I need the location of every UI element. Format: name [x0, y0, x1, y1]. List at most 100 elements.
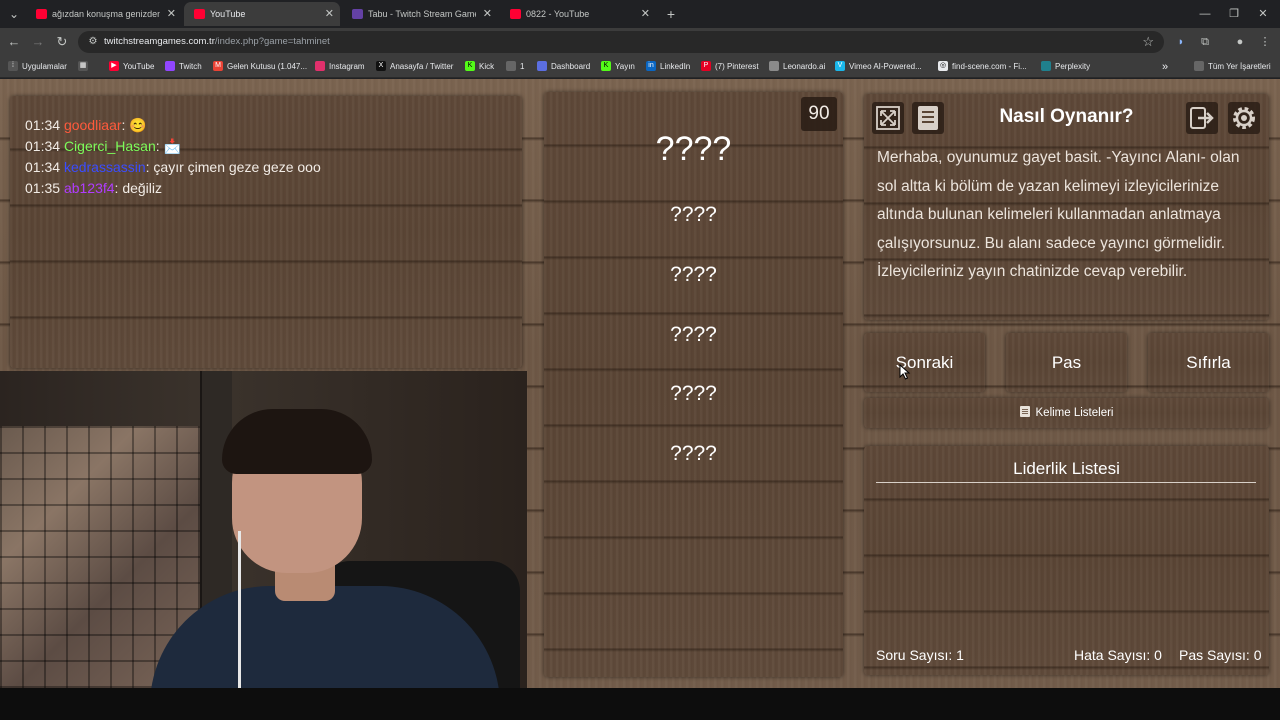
- word-lists-label: Kelime Listeleri: [1035, 407, 1114, 419]
- tab-1[interactable]: YouTube ✕: [184, 2, 340, 26]
- leaderboard-panel: Liderlik Listesi Soru Sayısı: 1 Hata Say…: [864, 446, 1269, 675]
- close-tab-icon[interactable]: ✕: [483, 2, 492, 26]
- tab-title: ağızdan konuşma genizden kon: [52, 9, 160, 19]
- bookmark-star-icon[interactable]: ☆: [1142, 34, 1154, 50]
- bookmark-vimeo[interactable]: V Vimeo AI-Powered...: [835, 56, 922, 78]
- reset-button[interactable]: Sıfırla: [1148, 333, 1269, 392]
- kick-icon: K: [601, 60, 611, 71]
- site-info-icon[interactable]: ⚙: [86, 35, 100, 49]
- dashboard-icon: [537, 60, 547, 71]
- settings-gear-icon[interactable]: [1228, 102, 1260, 134]
- divider: [876, 482, 1256, 483]
- forward-icon[interactable]: →: [29, 33, 47, 51]
- extension-icon[interactable]: ◗: [1172, 33, 1190, 51]
- bookmark-leonardo[interactable]: Leonardo.ai: [769, 56, 825, 78]
- youtube-icon: [194, 9, 205, 19]
- youtube-icon: [510, 9, 521, 19]
- tab-2[interactable]: Tabu - Twitch Stream Games ✕: [342, 2, 498, 26]
- more-bookmarks-icon[interactable]: »: [1162, 56, 1168, 78]
- tab-0[interactable]: ağızdan konuşma genizden kon ✕: [26, 2, 182, 26]
- back-icon[interactable]: ←: [5, 33, 23, 51]
- error-count: Hata Sayısı: 0: [1074, 647, 1162, 663]
- tab-title: 0822 - YouTube: [526, 9, 590, 19]
- all-bookmarks[interactable]: Tüm Yer İşaretleri: [1194, 56, 1271, 78]
- tab-title: YouTube: [210, 9, 246, 19]
- bookmark-dashboard[interactable]: Dashboard: [537, 56, 590, 78]
- instagram-icon: [315, 60, 325, 71]
- twitch-icon: [165, 60, 175, 71]
- bookmark-perplexity[interactable]: Perplexity: [1041, 56, 1090, 78]
- apps-icon: ⁞: [8, 60, 18, 71]
- bookmark-folder-1[interactable]: 1: [506, 56, 524, 78]
- leaderboard-title: Liderlik Listesi: [1013, 459, 1120, 478]
- menu-dots-icon[interactable]: ⋮: [1256, 33, 1274, 51]
- person-hair: [222, 409, 372, 474]
- chat-username: goodliaar: [63, 117, 122, 133]
- grid-icon: ▦: [78, 60, 88, 71]
- taboo-word: ????: [670, 382, 717, 405]
- webcam-overlay: [0, 371, 527, 688]
- tab-title: Tabu - Twitch Stream Games: [368, 9, 476, 19]
- close-tab-icon[interactable]: ✕: [167, 2, 176, 26]
- profile-avatar[interactable]: ●: [1231, 33, 1249, 51]
- bookmark-gmail[interactable]: M Gelen Kutusu (1.047...: [213, 56, 307, 78]
- vimeo-icon: V: [835, 60, 845, 71]
- next-button[interactable]: Sonraki: [864, 333, 985, 392]
- taboo-word: ????: [670, 442, 717, 465]
- perplexity-icon: [1041, 60, 1051, 71]
- taboo-card: ???? ???? ???? ???? ???? ????: [544, 92, 843, 677]
- new-tab-button[interactable]: +: [662, 5, 680, 23]
- browser-toolbar: ← → ↻ ⚙ twitchstreamgames.com.tr/index.p…: [0, 28, 1280, 56]
- folder-icon: [1194, 60, 1204, 71]
- question-count: Soru Sayısı: 1: [876, 647, 964, 663]
- close-window-icon[interactable]: ✕: [1254, 5, 1272, 23]
- x-icon: X: [376, 60, 386, 71]
- taboo-word: ????: [670, 263, 717, 286]
- tab-search-icon[interactable]: ⌄: [5, 5, 23, 23]
- chat-message: 01:34 goodliaar: 😊: [25, 117, 147, 133]
- bookmark-youtube[interactable]: ▶ YouTube: [109, 56, 154, 78]
- url-text: twitchstreamgames.com.tr/index.php?game=…: [104, 36, 330, 47]
- bookmarks-bar: ⁞ Uygulamalar ▦ ▶ YouTube Twitch M Gelen Ku…: [0, 56, 1280, 78]
- close-tab-icon[interactable]: ✕: [641, 2, 650, 26]
- youtube-icon: [36, 9, 47, 19]
- bookmark-pinterest[interactable]: P (7) Pinterest: [701, 56, 759, 78]
- bookmark-twitch[interactable]: Twitch: [165, 56, 202, 78]
- bookmark-grid[interactable]: ▦: [78, 56, 92, 78]
- chat-message: 01:35 ab123f4: değiliz: [25, 180, 163, 196]
- linkedin-icon: in: [646, 60, 656, 71]
- bookmark-yayin[interactable]: K Yayın: [601, 56, 635, 78]
- bookmark-instagram[interactable]: Instagram: [315, 56, 365, 78]
- gmail-icon: M: [213, 60, 223, 71]
- chat-panel: 01:34 goodliaar: 😊 01:34 Cigerci_Hasan: …: [10, 96, 522, 368]
- extensions-puzzle-icon[interactable]: ⧉: [1196, 33, 1214, 51]
- pass-count: Pas Sayısı: 0: [1179, 647, 1262, 663]
- bookmark-twitter[interactable]: X Anasayfa / Twitter: [376, 56, 453, 78]
- bookmark-apps[interactable]: ⁞ Uygulamalar: [8, 56, 67, 78]
- close-tab-icon[interactable]: ✕: [325, 2, 334, 26]
- word-lists-button[interactable]: Kelime Listeleri: [864, 398, 1269, 428]
- find-scene-icon: ◎: [938, 60, 948, 71]
- address-bar[interactable]: ⚙ twitchstreamgames.com.tr/index.php?gam…: [78, 31, 1164, 53]
- restore-icon[interactable]: ❐: [1225, 5, 1243, 23]
- earphone-cable: [238, 531, 241, 688]
- reload-icon[interactable]: ↻: [53, 33, 71, 51]
- main-word: ????: [655, 130, 732, 168]
- bookmark-find-scene[interactable]: ◎ find-scene.com - Fi...: [938, 56, 1027, 78]
- logout-icon[interactable]: [1186, 102, 1218, 134]
- chat-username: kedrassassin: [63, 159, 146, 175]
- taboo-word: ????: [670, 323, 717, 346]
- taboo-word: ????: [670, 203, 717, 226]
- bookmark-linkedin[interactable]: in LinkedIn: [646, 56, 690, 78]
- chat-message: 01:34 kedrassassin: çayır çimen geze gez…: [25, 159, 321, 175]
- browser-tab-bar: ⌄ ağızdan konuşma genizden kon ✕ YouTube…: [0, 0, 1280, 28]
- leonardo-icon: [769, 60, 779, 71]
- minimize-icon[interactable]: —: [1196, 5, 1214, 23]
- bookmark-kick[interactable]: K Kick: [465, 56, 494, 78]
- tab-3[interactable]: 0822 - YouTube ✕: [500, 2, 656, 26]
- howto-panel: Nasıl Oynanır? Merhaba, oyunumuz gayet b…: [864, 94, 1269, 320]
- bottom-strip: [0, 688, 1280, 720]
- youtube-icon: ▶: [109, 60, 119, 71]
- chat-username: ab123f4: [63, 180, 115, 196]
- pass-button[interactable]: Pas: [1006, 333, 1127, 392]
